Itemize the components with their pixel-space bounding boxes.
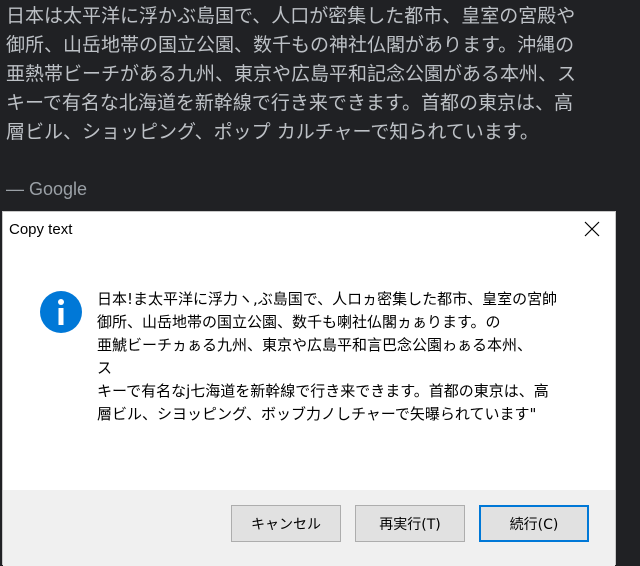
info-icon: [40, 291, 82, 333]
background-line: 層ビル、ショッピング、ポップ カルチャーで知られています。: [6, 121, 539, 143]
dialog-titlebar: Copy text: [3, 212, 615, 250]
background-line: 日本は太平洋に浮かぶ島国で、人口が密集した都市、皇室の宮殿や: [6, 5, 576, 27]
background-line: 御所、山岳地帯の国立公園、数千もの神社仏閣があります。沖縄の: [6, 34, 575, 56]
close-icon: [584, 221, 600, 237]
dialog-message: 日本!ま太平洋に浮力ヽ,ぶ島国で、人ロヵ密集した都市、皇室の宮帥 御所、山岳地帯…: [97, 288, 597, 426]
dialog-content: 日本!ま太平洋に浮力ヽ,ぶ島国で、人ロヵ密集した都市、皇室の宮帥 御所、山岳地帯…: [3, 250, 615, 490]
copy-text-dialog: Copy text 日本!ま太平洋に浮力ヽ,ぶ島国で、人ロヵ密集した都市、皇室の…: [2, 211, 616, 566]
retry-button[interactable]: 再実行(T): [355, 505, 465, 542]
message-line: ス: [97, 359, 113, 377]
background-line: キーで有名な北海道を新幹線で行き来できます。首都の東京は、高: [6, 92, 573, 114]
message-line: 層ビル、シヨッピング、ボッブ力ノしチャーで矢曝られています": [97, 405, 537, 423]
attribution: — Google: [6, 179, 88, 199]
close-button[interactable]: [569, 212, 615, 246]
message-line: キーで有名なj七海道を新幹線で行き来できます。首都の東京は、高: [97, 382, 549, 400]
continue-button[interactable]: 続行(C): [479, 505, 589, 542]
message-line: 亜鯱ビーチヵぁる九州、東京や広島平和言巴念公園ゎぁる本州、: [97, 336, 533, 354]
message-line: 御所、山岳地帯の国立公園、数千も喇社仏閣ヵぁります。の: [97, 313, 501, 331]
dialog-title: Copy text: [9, 221, 73, 238]
background-line: 亜熱帯ビーチがある九州、東京や広島平和記念公園がある本州、ス: [6, 63, 577, 85]
cancel-button[interactable]: キャンセル: [231, 505, 341, 542]
message-line: 日本!ま太平洋に浮力ヽ,ぶ島国で、人ロヵ密集した都市、皇室の宮帥: [97, 290, 558, 308]
dialog-button-bar: キャンセル 再実行(T) 続行(C): [3, 490, 615, 566]
background-text: 日本は太平洋に浮かぶ島国で、人口が密集した都市、皇室の宮殿や 御所、山岳地帯の国…: [6, 2, 638, 147]
